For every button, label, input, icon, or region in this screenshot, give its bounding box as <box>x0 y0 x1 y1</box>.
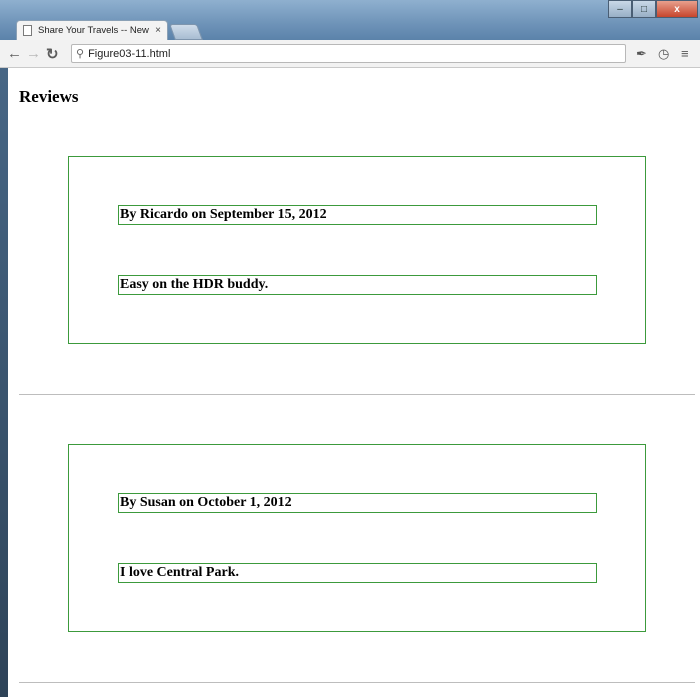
reload-icon[interactable]: ↻ <box>46 45 59 63</box>
tab-active[interactable]: Share Your Travels -- New × <box>16 20 168 40</box>
page-content: Reviews By Ricardo on September 15, 2012… <box>8 68 700 697</box>
browser-window: Share Your Travels -- New × – □ x ← → ↻ … <box>0 0 700 697</box>
title-bar: Share Your Travels -- New × – □ x <box>0 0 700 40</box>
eyedropper-icon[interactable]: ✒ <box>636 46 647 62</box>
window-controls: – □ x <box>608 0 698 18</box>
review-comment: Easy on the HDR buddy. <box>118 275 597 295</box>
browser-toolbar: ← → ↻ ⚲ Figure03-11.html ✒ ◷ ≡ <box>0 40 700 68</box>
url-text: Figure03-11.html <box>88 47 171 60</box>
review-box: By Susan on October 1, 2012 I love Centr… <box>68 444 646 632</box>
clock-icon[interactable]: ◷ <box>658 46 669 62</box>
arrow-right-icon[interactable]: → <box>26 45 41 62</box>
search-icon: ⚲ <box>76 48 85 60</box>
tab-title: Share Your Travels -- New <box>38 25 149 36</box>
new-tab-button[interactable] <box>169 24 203 40</box>
review-byline: By Ricardo on September 15, 2012 <box>118 205 597 225</box>
maximize-button[interactable]: □ <box>632 0 656 18</box>
page-title: Reviews <box>19 87 79 106</box>
review-comment: I love Central Park. <box>118 563 597 583</box>
review-byline: By Susan on October 1, 2012 <box>118 493 597 513</box>
document-icon <box>23 25 32 36</box>
close-button[interactable]: x <box>656 0 698 18</box>
review-box: By Ricardo on September 15, 2012 Easy on… <box>68 156 646 344</box>
address-bar[interactable]: ⚲ Figure03-11.html <box>71 44 626 63</box>
divider <box>19 682 695 683</box>
hamburger-menu-icon[interactable]: ≡ <box>681 46 689 61</box>
divider <box>19 394 695 395</box>
arrow-left-icon[interactable]: ← <box>7 45 22 62</box>
minimize-button[interactable]: – <box>608 0 632 18</box>
tab-close-icon[interactable]: × <box>155 25 161 36</box>
